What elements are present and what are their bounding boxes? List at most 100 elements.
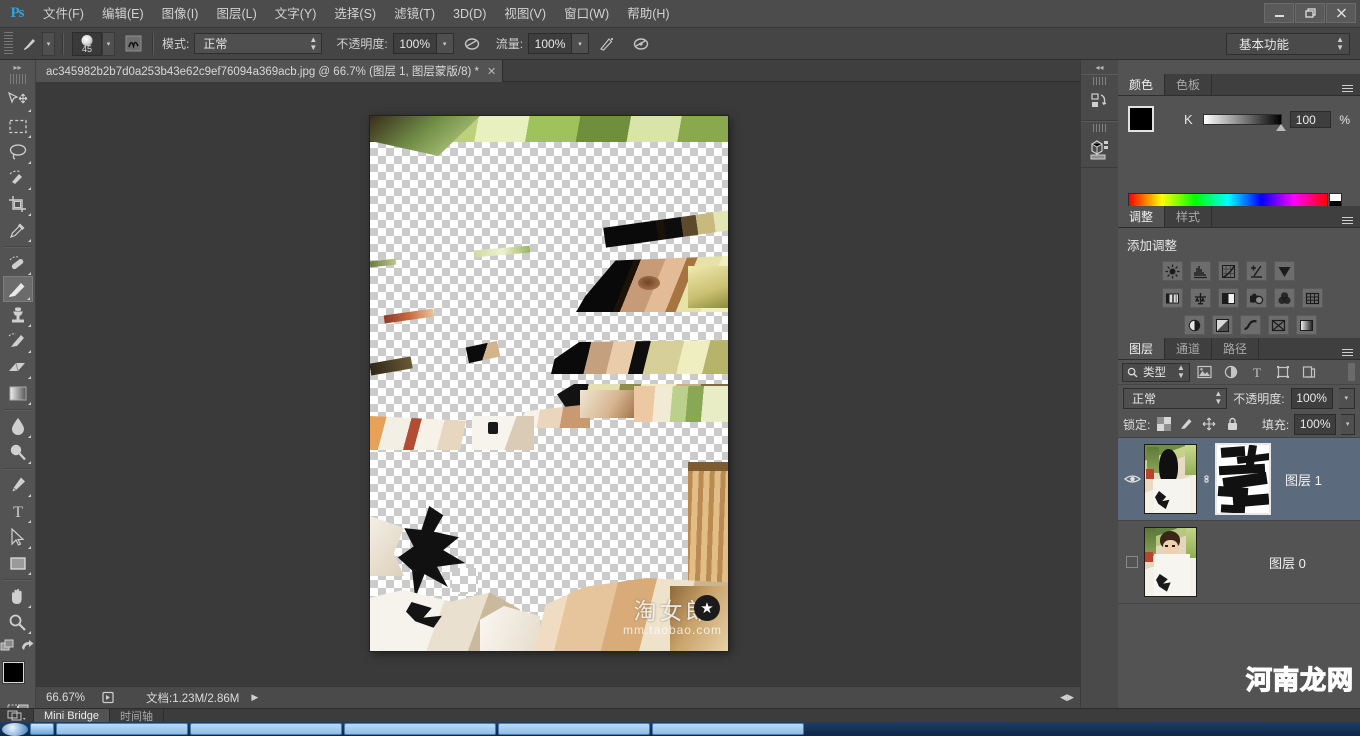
layer-name[interactable]: 图层 1 — [1285, 470, 1322, 489]
start-button[interactable] — [2, 722, 28, 736]
menu-3d[interactable]: 3D(D) — [444, 0, 495, 28]
document-tab[interactable]: ac345982b2b7d0a253b43e62c9ef76094a369acb… — [36, 60, 504, 82]
menu-help[interactable]: 帮助(H) — [618, 0, 678, 28]
menu-window[interactable]: 窗口(W) — [555, 0, 618, 28]
layer-name[interactable]: 图层 0 — [1269, 553, 1306, 572]
brush-picker-dropdown[interactable]: ▾ — [102, 31, 115, 56]
brush-size-preview[interactable]: 45 — [72, 31, 102, 56]
toolbar-collapse-button[interactable]: ▸▸ — [0, 60, 35, 74]
menu-type[interactable]: 文字(Y) — [266, 0, 326, 28]
foreground-color-swatch[interactable] — [2, 662, 24, 683]
canvas-area[interactable]: 淘女郎 mm.taobao.com ★ — [36, 82, 1080, 686]
layer-filter-kind-select[interactable]: 类型 ▲ ▼ — [1122, 362, 1190, 382]
gradient-map-icon[interactable] — [1296, 315, 1317, 335]
lock-position-icon[interactable] — [1201, 414, 1219, 434]
lasso-tool[interactable] — [3, 139, 33, 165]
layer-fill-dropdown[interactable]: ▾ — [1341, 413, 1355, 435]
taskbar-item[interactable] — [344, 723, 496, 735]
revert-icon[interactable] — [20, 639, 35, 656]
table-row[interactable]: 图层 0 — [1118, 521, 1360, 604]
zoom-level-input[interactable]: 66.67% — [40, 692, 98, 704]
menu-file[interactable]: 文件(F) — [34, 0, 93, 28]
close-document-icon[interactable]: ✕ — [487, 65, 496, 78]
extra-tools-icon[interactable] — [0, 639, 16, 656]
curves-icon[interactable] — [1218, 261, 1239, 281]
pressure-opacity-icon[interactable] — [460, 32, 484, 56]
tab-timeline[interactable]: 时间轴 — [110, 709, 165, 723]
taskbar-item[interactable] — [190, 723, 342, 735]
filter-smart-objects-icon[interactable] — [1298, 362, 1320, 382]
k-channel-input[interactable]: 100 — [1289, 111, 1332, 128]
crop-tool[interactable] — [3, 191, 33, 217]
threshold-icon[interactable] — [1240, 315, 1261, 335]
layer-blend-mode-select[interactable]: 正常 ▲ ▼ — [1123, 387, 1228, 409]
black-white-icon[interactable] — [1218, 288, 1239, 308]
tab-mini-bridge[interactable]: Mini Bridge — [34, 709, 111, 722]
filter-shape-layers-icon[interactable] — [1272, 362, 1294, 382]
menu-layer[interactable]: 图层(L) — [207, 0, 265, 28]
tab-styles[interactable]: 样式 — [1165, 206, 1213, 227]
airbrush-icon[interactable] — [595, 32, 619, 56]
minimize-button[interactable] — [1264, 3, 1294, 23]
healing-brush-tool[interactable] — [3, 250, 33, 276]
k-channel-slider[interactable] — [1203, 114, 1286, 131]
dodge-tool[interactable] — [3, 439, 33, 465]
move-tool[interactable] — [3, 87, 33, 113]
tab-color[interactable]: 颜色 — [1118, 74, 1166, 95]
opacity-input[interactable]: 100% — [392, 33, 437, 54]
dock-group-grip[interactable] — [1092, 77, 1107, 85]
toggle-brush-panel-icon[interactable] — [121, 32, 145, 56]
posterize-icon[interactable] — [1212, 315, 1233, 335]
layer-thumbnail[interactable] — [1144, 444, 1197, 514]
color-lookup-icon[interactable] — [1302, 288, 1323, 308]
gradient-tool[interactable] — [3, 380, 33, 406]
layers-panel-menu-icon[interactable] — [1340, 342, 1355, 356]
close-button[interactable] — [1326, 3, 1356, 23]
pen-tool[interactable] — [3, 472, 33, 498]
adjustments-panel-menu-icon[interactable] — [1340, 210, 1355, 224]
document-canvas[interactable]: 淘女郎 mm.taobao.com ★ — [370, 116, 728, 651]
quick-selection-tool[interactable] — [3, 165, 33, 191]
menu-filter[interactable]: 滤镜(T) — [385, 0, 444, 28]
color-panel-foreground-swatch[interactable] — [1128, 106, 1154, 132]
photo-filter-icon[interactable] — [1246, 288, 1267, 308]
filter-adjustment-layers-icon[interactable] — [1220, 362, 1242, 382]
lock-all-icon[interactable] — [1223, 414, 1241, 434]
taskbar-item[interactable] — [498, 723, 650, 735]
rectangle-tool[interactable] — [3, 550, 33, 576]
tab-paths[interactable]: 路径 — [1212, 338, 1260, 359]
tab-channels[interactable]: 通道 — [1165, 338, 1213, 359]
channel-mixer-icon[interactable] — [1274, 288, 1295, 308]
toolbar-grip[interactable] — [9, 74, 26, 84]
hand-tool[interactable] — [3, 583, 33, 609]
dock-group-grip[interactable] — [1092, 124, 1107, 132]
dock-collapse-button[interactable]: ◂◂ — [1081, 60, 1118, 74]
exposure-icon[interactable] — [1246, 261, 1267, 281]
zoom-tool[interactable] — [3, 609, 33, 635]
workspace-select[interactable]: 基本功能 ▲ ▼ — [1226, 32, 1350, 55]
filter-pixel-layers-icon[interactable] — [1194, 362, 1216, 382]
document-profile-icon[interactable] — [98, 691, 118, 704]
brush-tool[interactable] — [2, 276, 33, 302]
blur-tool[interactable] — [3, 413, 33, 439]
tablet-pressure-icon[interactable] — [629, 32, 653, 56]
layer-visibility-toggle[interactable] — [1120, 473, 1144, 485]
brightness-contrast-icon[interactable] — [1162, 261, 1183, 281]
table-row[interactable]: 图层 1 — [1118, 438, 1360, 521]
k-slider-thumb-icon[interactable] — [1275, 124, 1286, 131]
vibrance-icon[interactable] — [1274, 261, 1295, 281]
marquee-tool[interactable] — [3, 113, 33, 139]
invert-icon[interactable] — [1184, 315, 1205, 335]
opacity-dropdown[interactable]: ▾ — [436, 33, 454, 54]
status-expand-icon[interactable]: ▶ — [251, 692, 258, 703]
hue-saturation-icon[interactable] — [1162, 288, 1183, 308]
restore-button[interactable] — [1295, 3, 1325, 23]
layer-filter-toggle[interactable] — [1347, 362, 1356, 382]
layer-mask-thumbnail[interactable] — [1215, 443, 1271, 515]
layer-opacity-dropdown[interactable]: ▾ — [1338, 387, 1355, 409]
history-panel-icon[interactable] — [1085, 88, 1115, 116]
layer-fill-input[interactable]: 100% — [1294, 413, 1337, 435]
menu-edit[interactable]: 编辑(E) — [93, 0, 153, 28]
lock-image-pixels-icon[interactable] — [1178, 414, 1196, 434]
levels-icon[interactable] — [1190, 261, 1211, 281]
